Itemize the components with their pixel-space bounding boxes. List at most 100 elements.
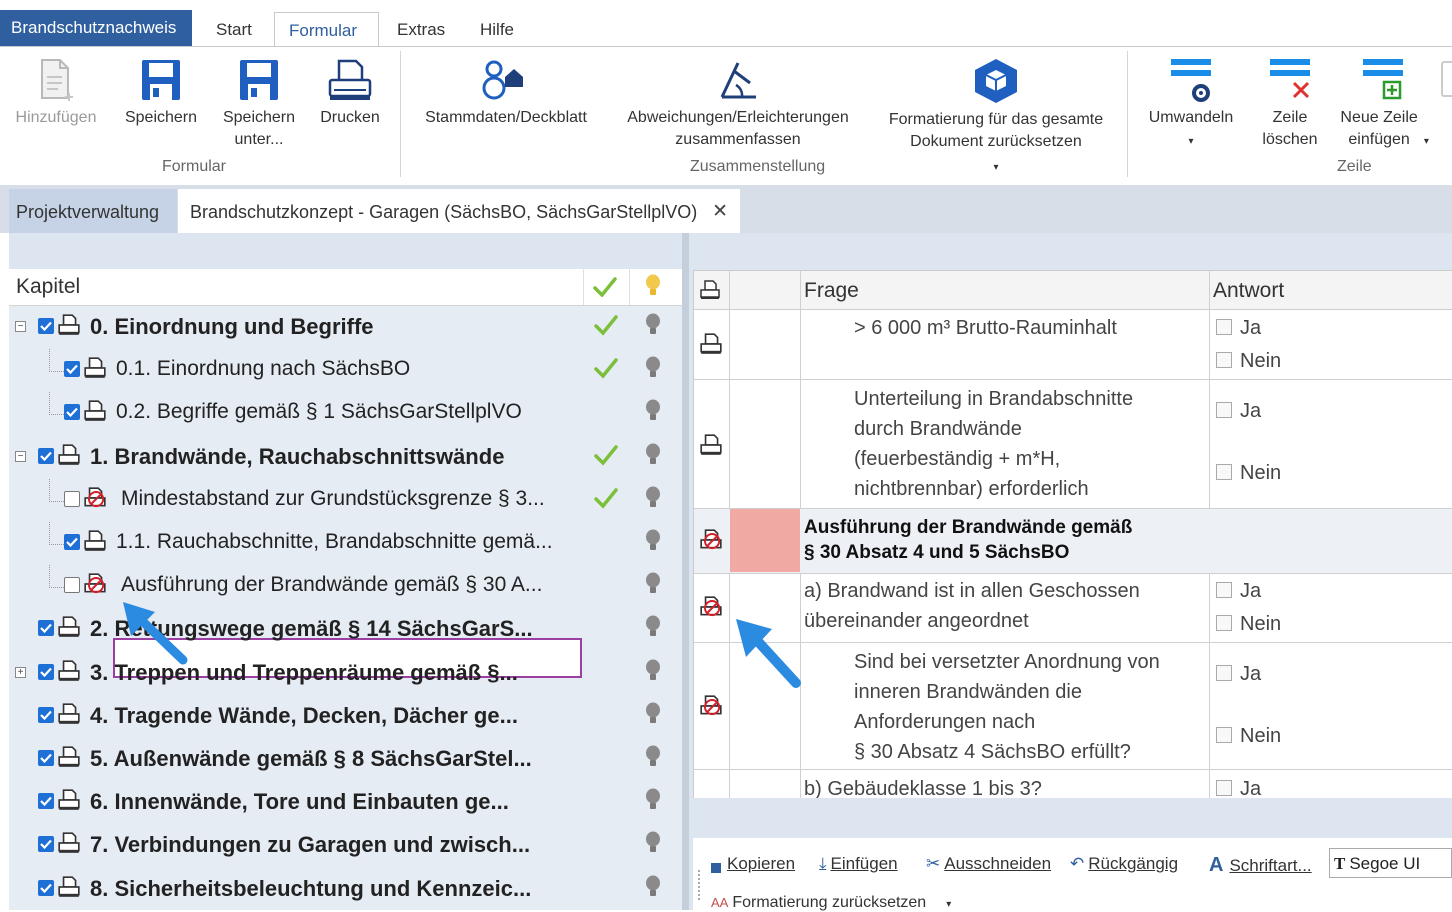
tree-checkbox[interactable] <box>64 404 80 421</box>
table-row[interactable]: a) Brandwand ist in allen Geschossen übe… <box>694 574 1452 643</box>
table-row[interactable]: Sind bei versetzter Anordnung von innere… <box>694 643 1452 770</box>
tree-item[interactable]: 0.2. Begriffe gemäß § 1 SächsGarStellplV… <box>9 392 682 435</box>
lightbulb-icon[interactable] <box>645 443 661 467</box>
checkbox[interactable] <box>1216 352 1232 368</box>
lightbulb-icon[interactable] <box>645 572 661 596</box>
tab-formular[interactable]: Formular <box>274 12 379 47</box>
paste-button[interactable]: ⤓ Einfügen <box>819 854 898 874</box>
no-print-icon[interactable] <box>83 487 107 509</box>
tree-item[interactable]: 8. Sicherheitsbeleuchtung und Kennzeic..… <box>9 868 682 911</box>
printer-icon[interactable] <box>57 703 81 725</box>
checkbox[interactable] <box>1216 665 1232 681</box>
printer-icon[interactable] <box>57 746 81 768</box>
convert-button[interactable]: Umwandeln ▾ <box>1138 57 1244 153</box>
tree-checkbox[interactable] <box>64 534 80 550</box>
lightbulb-icon[interactable] <box>645 788 661 812</box>
checkbox[interactable] <box>1216 402 1232 418</box>
answer-no[interactable]: Nein <box>1216 462 1281 485</box>
add-button[interactable]: Hinzufügen <box>8 57 104 129</box>
lightbulb-icon[interactable] <box>645 313 661 337</box>
tree-item[interactable]: 2. Rettungswege gemäß § 14 SächsGarS... <box>9 608 682 651</box>
tree-item[interactable]: 5. Außenwände gemäß § 8 SächsGarStel... <box>9 738 682 781</box>
answer-yes[interactable]: Ja <box>1216 317 1261 340</box>
reset-format-button[interactable]: Formatierung für das gesamte Dokument zu… <box>876 57 1116 179</box>
tree-checkbox[interactable] <box>38 706 54 723</box>
save-button[interactable]: Speichern <box>118 57 204 129</box>
tree-checkbox[interactable] <box>64 490 80 507</box>
answer-no[interactable]: Nein <box>1216 725 1281 748</box>
printer-icon[interactable] <box>699 434 723 456</box>
printer-icon[interactable] <box>83 530 107 552</box>
printer-icon[interactable] <box>57 875 81 898</box>
tree-item[interactable]: Mindestabstand zur Grundstücksgrenze § 3… <box>9 478 682 522</box>
splitter[interactable] <box>682 233 689 910</box>
printer-icon[interactable] <box>57 832 81 854</box>
tree-checkbox[interactable] <box>38 879 54 896</box>
lightbulb-icon[interactable] <box>645 702 661 726</box>
lightbulb-icon[interactable] <box>645 399 661 423</box>
printer-icon[interactable] <box>699 333 723 355</box>
lightbulb-icon[interactable] <box>645 745 661 769</box>
tree-item[interactable]: 6. Innenwände, Tore und Einbauten ge... <box>9 781 682 824</box>
section-row[interactable]: Ausführung der Brandwände gemäß § 30 Abs… <box>694 509 1452 574</box>
checkbox[interactable] <box>1216 582 1232 598</box>
collapse-icon[interactable]: − <box>15 450 26 462</box>
answer-no[interactable]: Nein <box>1216 350 1281 373</box>
lightbulb-icon[interactable] <box>645 831 661 855</box>
toolbar-grip[interactable] <box>698 870 704 900</box>
lightbulb-icon[interactable] <box>645 659 661 683</box>
no-print-icon[interactable] <box>699 529 723 551</box>
new-row-button[interactable]: Neue Zeile einfügen ▾ <box>1336 57 1430 153</box>
tab-hilfe[interactable]: Hilfe <box>480 12 514 47</box>
tree-checkbox[interactable] <box>38 836 54 853</box>
deviations-button[interactable]: Abweichungen/Erleichterungen zusammenfas… <box>612 57 864 151</box>
app-tab[interactable]: Brandschutznachweis <box>0 10 192 46</box>
tree-item[interactable]: 0.1. Einordnung nach SächsBO <box>9 349 682 392</box>
tree-item[interactable]: 4. Tragende Wände, Decken, Dächer ge... <box>9 695 682 738</box>
tree-item[interactable]: − 1. Brandwände, Rauchabschnittswände <box>9 436 682 479</box>
copy-button[interactable]: Kopieren <box>711 854 795 874</box>
save-as-button[interactable]: Speichern unter... <box>214 57 304 151</box>
tab-project-management[interactable]: Projektverwaltung <box>9 189 177 233</box>
reset-format-toolbar-button[interactable]: AA Formatierung zurücksetzen ▾ <box>711 894 951 912</box>
tree-checkbox[interactable] <box>64 577 80 594</box>
tree-item[interactable]: +3. Treppen und Treppenräume gemäß §... <box>9 652 682 695</box>
table-row[interactable]: > 6 000 m³ Brutto-Rauminhalt Ja Nein <box>694 309 1452 380</box>
printer-icon[interactable] <box>57 443 81 466</box>
font-select[interactable]: T Segoe UI <box>1329 848 1452 878</box>
tree-item[interactable]: − 0. Einordnung und Begriffe <box>9 306 682 349</box>
table-row[interactable]: b) Gebäudeklasse 1 bis 3? Ja <box>694 770 1452 798</box>
font-button[interactable]: A Schriftart... <box>1209 854 1312 877</box>
collapse-icon[interactable]: − <box>15 321 26 332</box>
answer-no[interactable]: Nein <box>1216 613 1281 636</box>
no-print-icon[interactable] <box>699 596 723 618</box>
answer-yes[interactable]: Ja <box>1216 778 1261 798</box>
checkbox[interactable] <box>1216 615 1232 631</box>
answer-yes[interactable]: Ja <box>1216 663 1261 686</box>
cut-button[interactable]: ✂ Ausschneiden <box>926 854 1051 874</box>
close-icon[interactable]: ✕ <box>712 189 728 235</box>
tree-item[interactable]: 7. Verbindungen zu Garagen und zwisch... <box>9 824 682 867</box>
undo-button[interactable]: ↶ Rückgängig <box>1070 854 1178 874</box>
printer-icon[interactable] <box>57 789 81 811</box>
printer-icon[interactable] <box>57 314 81 336</box>
tree-checkbox[interactable] <box>38 447 54 464</box>
lightbulb-icon[interactable] <box>645 356 661 380</box>
tree-checkbox[interactable] <box>64 361 80 378</box>
tab-start[interactable]: Start <box>216 12 252 47</box>
checkbox[interactable] <box>1216 464 1232 480</box>
answer-yes[interactable]: Ja <box>1216 400 1261 423</box>
tab-extras[interactable]: Extras <box>397 12 445 47</box>
no-print-icon[interactable] <box>699 695 723 717</box>
checkbox[interactable] <box>1216 319 1232 335</box>
tree-checkbox[interactable] <box>38 663 54 680</box>
lightbulb-icon[interactable] <box>645 875 661 899</box>
expand-icon[interactable]: + <box>15 666 26 678</box>
answer-yes[interactable]: Ja <box>1216 580 1261 603</box>
table-row[interactable]: Unterteilung in Brandabschnitte durch Br… <box>694 380 1452 509</box>
tree-checkbox[interactable] <box>38 793 54 810</box>
checkbox[interactable] <box>1216 727 1232 743</box>
no-print-icon[interactable] <box>83 573 107 595</box>
print-button[interactable]: Drucken <box>310 57 390 129</box>
tree-item[interactable]: 1.1. Rauchabschnitte, Brandabschnitte ge… <box>9 522 682 565</box>
